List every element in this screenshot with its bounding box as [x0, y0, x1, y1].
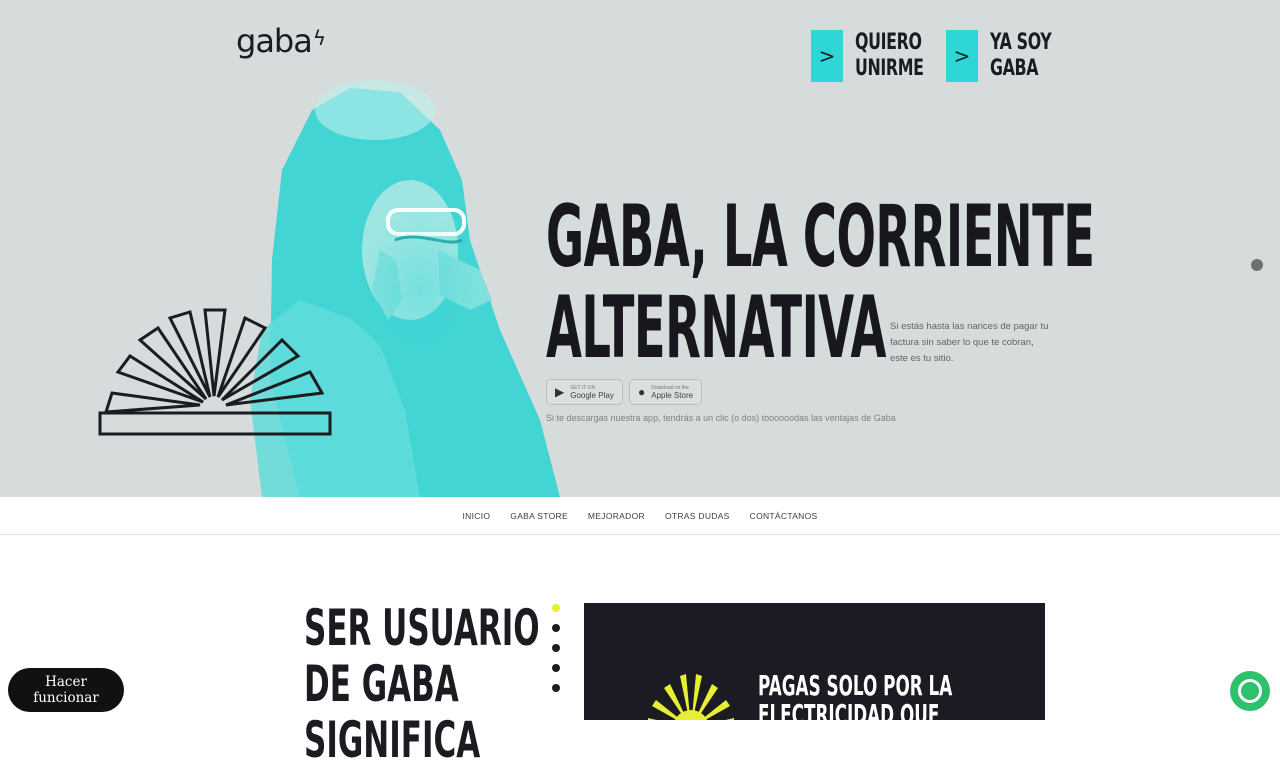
hacer-funcionar-button[interactable]: Hacer funcionar: [8, 668, 124, 712]
join-button[interactable]: > QUIERO UNIRME: [811, 30, 950, 82]
nav-item-otras-dudas[interactable]: OTRAS DUDAS: [665, 511, 730, 521]
carousel-dot[interactable]: [552, 624, 560, 632]
nav-item-contactanos[interactable]: CONTÁCTANOS: [750, 511, 818, 521]
gaba-logo[interactable]: gabaϟ: [236, 22, 326, 60]
google-play-badge[interactable]: ▶ GET IT ON Google Play: [546, 379, 623, 405]
sunburst-icon: [648, 674, 734, 720]
slider-indicator-dot[interactable]: [1251, 259, 1263, 271]
member-login-label: YA SOY GABA: [990, 30, 1052, 81]
join-label: QUIERO UNIRME: [855, 30, 924, 81]
member-login-button[interactable]: > YA SOY GABA: [946, 30, 1075, 82]
hero-section: gabaϟ > QUIERO UNIRME > YA SOY GABA GABA…: [0, 0, 1280, 497]
chat-bubble-icon[interactable]: [1230, 671, 1270, 711]
carousel-dot[interactable]: [552, 604, 560, 612]
hero-tagline: Si te descargas nuestra app, tendrás a u…: [546, 413, 896, 423]
google-play-icon: ▶: [555, 385, 565, 399]
section-title: SER USUARIO DE GABA SIGNIFICA: [304, 599, 540, 769]
carousel-dot[interactable]: [552, 664, 560, 672]
carousel-dot[interactable]: [552, 644, 560, 652]
nav-item-mejorador[interactable]: MEJORADOR: [588, 511, 645, 521]
carousel-dots: [552, 604, 560, 692]
benefit-card-text: PAGAS SOLO POR LA ELECTRICIDAD QUE: [758, 669, 953, 720]
nav-item-inicio[interactable]: INICIO: [463, 511, 491, 521]
apple-icon: ●: [638, 385, 646, 399]
benefit-card: PAGAS SOLO POR LA ELECTRICIDAD QUE: [584, 603, 1045, 720]
chevron-right-icon: >: [946, 30, 978, 82]
carousel-dot[interactable]: [552, 684, 560, 692]
app-store-badge[interactable]: ● Download on the Apple Store: [629, 379, 703, 405]
chevron-right-icon: >: [811, 30, 843, 82]
main-nav: INICIO GABA STORE MEJORADOR OTRAS DUDAS …: [0, 497, 1280, 535]
hero-blurb: Si estás hasta las narices de pagar tu f…: [890, 321, 1049, 364]
nav-item-gaba-store[interactable]: GABA STORE: [510, 511, 568, 521]
bolt-icon: ϟ: [312, 26, 326, 50]
